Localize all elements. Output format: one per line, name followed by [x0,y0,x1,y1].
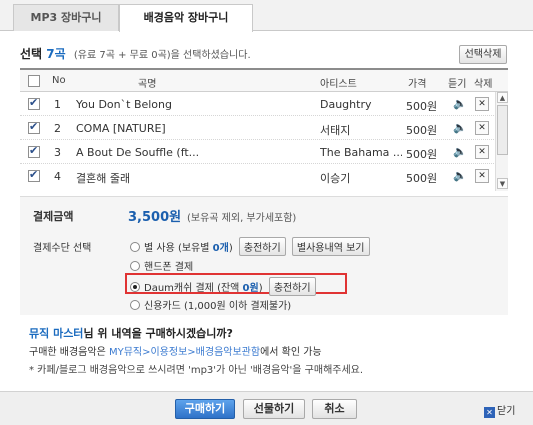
scroll-up-icon[interactable]: ▲ [497,92,508,103]
header-delete: 삭제 [474,79,493,90]
selection-summary: 선택 7곡 (유료 7곡 + 무료 0곡)을 선택하셨습니다. [20,45,251,62]
buy-button[interactable]: 구매하기 [175,399,235,419]
table-row: 4 결혼해 줄래 이승기 500원 🔈 ✕ [20,164,494,188]
row-delete-button[interactable]: ✕ [475,169,489,183]
payment-panel: 결제금액 3,500원 (보유곡 제외, 부가세포함) 결제수단 선택 별 사용… [20,196,508,315]
header-listen: 듣기 [448,79,467,90]
row-no: 2 [54,122,61,135]
header-artist: 아티스트 [320,79,357,90]
row-title: You Don`t Belong [76,98,172,111]
row-checkbox[interactable] [28,168,40,182]
header-title: 곡명 [138,79,157,90]
option-daum-cash: Daum캐쉬 결제 (잔액 0원) 충전하기 [130,277,316,296]
selection-note: (유료 7곡 + 무료 0곡)을 선택하셨습니다. [73,50,251,61]
purchase-question: 뮤직 마스터님 위 내역을 구매하시겠습니까? [29,325,233,341]
usage-note: * 카페/블로그 배경음악으로 쓰시려면 'mp3'가 아닌 '배경음악'을 구… [29,365,364,376]
row-artist: 서태지 [320,124,351,137]
tab-bar: MP3 장바구니 배경음악 장바구니 [0,0,533,32]
speaker-icon[interactable]: 🔈 [453,169,467,182]
row-checkbox[interactable] [28,96,40,110]
star-count: 0개 [212,243,229,254]
row-title: A Bout De Souffle (ft... [76,146,200,159]
amount-label: 결제금액 [33,210,74,223]
table-header: No 곡명 아티스트 가격 듣기 삭제 [20,70,508,92]
row-title: 결혼해 줄래 [76,172,131,185]
question-text: 님 위 내역을 구매하시겠습니까? [83,327,233,340]
row-title: COMA [NATURE] [76,122,166,135]
table-scrollbar[interactable]: ▲ ▼ [495,92,508,191]
row-price: 500원 [406,100,438,113]
row-no: 4 [54,170,61,183]
storage-info: 구매한 배경음악은 MY뮤직>이용정보>배경음악보관함에서 확인 가능 [29,343,322,358]
speaker-icon[interactable]: 🔈 [453,97,467,110]
close-button[interactable]: ✕ 닫기 [484,402,515,418]
selection-prefix: 선택 [20,47,43,61]
footer-bar: 구매하기 선물하기 취소 ✕ 닫기 [0,391,533,425]
daum-radio[interactable] [130,282,140,292]
gift-button[interactable]: 선물하기 [243,399,305,419]
table-row: 2 COMA [NATURE] 서태지 500원 🔈 ✕ [20,116,494,140]
close-icon[interactable]: ✕ [484,407,495,418]
table-row: 1 You Don`t Belong Daughtry 500원 🔈 ✕ [20,92,494,116]
daum-balance: 0원 [242,283,259,294]
row-no: 1 [54,98,61,111]
table-row: 3 A Bout De Souffle (ft... The Bahama ..… [20,140,494,164]
option-phone: 핸드폰 결제 [130,258,193,273]
daum-text-a: Daum캐쉬 결제 (잔액 [144,283,243,294]
header-price: 가격 [408,79,427,90]
card-radio[interactable] [130,300,140,310]
close-label[interactable]: 닫기 [497,406,515,417]
scroll-down-icon[interactable]: ▼ [497,178,508,189]
option-star: 별 사용 (보유별 0개) 충전하기 별사용내역 보기 [130,237,370,256]
daum-text-b: ) [258,283,263,294]
delete-selected-button[interactable]: 선택삭제 [459,45,507,64]
method-label: 결제수단 선택 [33,243,92,254]
storage-text-b: 에서 확인 가능 [260,347,322,358]
row-price: 500원 [406,172,438,185]
scroll-thumb[interactable] [497,105,508,155]
row-checkbox[interactable] [28,144,40,158]
row-checkbox[interactable] [28,120,40,134]
star-text-b: ) [228,243,233,254]
row-delete-button[interactable]: ✕ [475,97,489,111]
phone-label: 핸드폰 결제 [144,262,194,273]
star-charge-button[interactable]: 충전하기 [238,237,286,256]
star-radio[interactable] [130,242,140,252]
row-artist: 이승기 [320,172,351,185]
select-all-checkbox[interactable] [28,75,40,87]
star-history-button[interactable]: 별사용내역 보기 [291,237,370,256]
speaker-icon[interactable]: 🔈 [453,145,467,158]
option-card: 신용카드 (1,000원 이하 결제불가) [130,297,291,312]
header-no: No [52,75,66,86]
tab-mp3-cart[interactable]: MP3 장바구니 [13,4,119,31]
storage-path-link[interactable]: MY뮤직>이용정보>배경음악보관함 [109,347,260,358]
row-artist: The Bahama ... [320,146,402,159]
daum-charge-button[interactable]: 충전하기 [268,277,316,296]
row-price: 500원 [406,148,438,161]
selection-count: 7곡 [46,47,66,61]
cancel-button[interactable]: 취소 [312,399,357,419]
row-price: 500원 [406,124,438,137]
row-delete-button[interactable]: ✕ [475,145,489,159]
row-artist: Daughtry [320,98,372,111]
card-label: 신용카드 (1,000원 이하 결제불가) [144,301,292,312]
phone-radio[interactable] [130,261,140,271]
storage-text-a: 구매한 배경음악은 [29,347,109,358]
user-name: 뮤직 마스터 [29,327,84,340]
star-text-a: 별 사용 (보유별 [144,243,213,254]
song-table: No 곡명 아티스트 가격 듣기 삭제 1 You Don`t Belong D… [20,68,508,191]
row-delete-button[interactable]: ✕ [475,121,489,135]
amount-value: 3,500원 [128,210,182,225]
row-no: 3 [54,146,61,159]
tab-bgm-cart[interactable]: 배경음악 장바구니 [119,4,253,32]
amount-note: (보유곡 제외, 부가세포함) [187,213,297,224]
speaker-icon[interactable]: 🔈 [453,121,467,134]
